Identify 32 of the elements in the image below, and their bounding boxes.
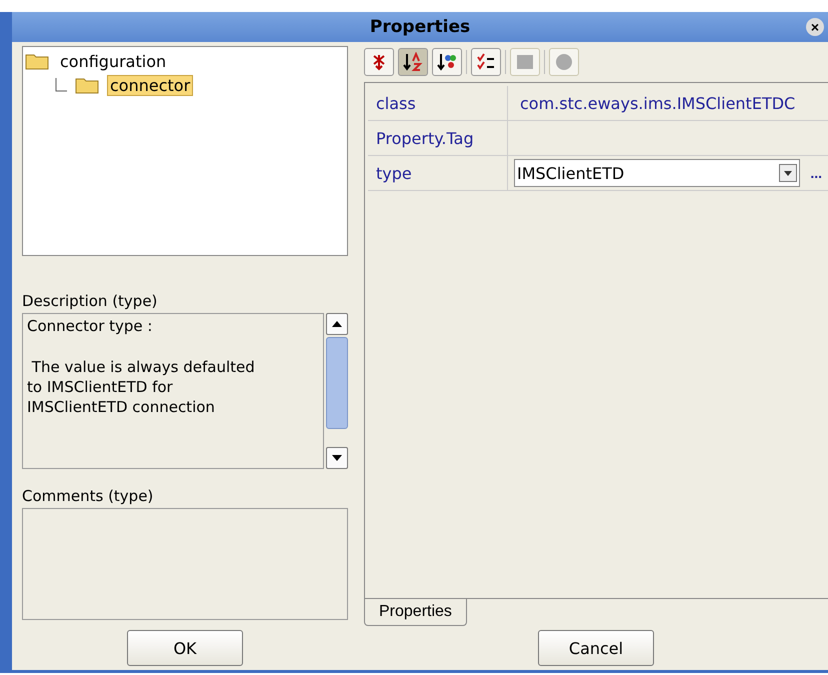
property-name: type <box>368 156 508 190</box>
close-button[interactable]: × <box>806 18 824 36</box>
checklist-icon <box>476 53 496 71</box>
description-text: Connector type : The value is always defaulted to IMSClientETD for IMSClientETD connection <box>22 313 324 469</box>
toolbar-button[interactable] <box>432 48 462 76</box>
tree-item[interactable]: connector <box>107 74 194 96</box>
comments-label: Comments (type) <box>22 487 154 505</box>
tree-item[interactable]: configuration <box>57 50 170 72</box>
toolbar-button[interactable] <box>471 48 501 76</box>
window-title: Properties <box>370 17 470 37</box>
sort-icon <box>403 52 423 72</box>
description-label: Description (type) <box>22 292 158 310</box>
comments-field[interactable] <box>22 508 348 620</box>
folder-icon <box>75 76 99 94</box>
property-name: Property.Tag <box>368 121 508 155</box>
more-button[interactable]: ... <box>804 165 828 181</box>
type-dropdown[interactable]: IMSClientETD <box>514 159 800 187</box>
sort-icon <box>437 52 457 72</box>
cancel-button[interactable]: Cancel <box>538 630 654 666</box>
folder-icon <box>25 52 49 70</box>
property-name: class <box>368 86 508 120</box>
scroll-up-icon <box>332 321 342 327</box>
ok-button[interactable]: OK <box>127 630 243 666</box>
property-value: com.stc.eways.ims.IMSClientETDC <box>519 92 796 114</box>
collapse-icon <box>371 53 387 71</box>
scrollbar[interactable] <box>326 313 348 469</box>
scroll-down-icon <box>332 455 342 461</box>
toolbar-button[interactable] <box>398 48 428 76</box>
tree-line-icon <box>55 78 67 92</box>
properties-tab[interactable]: Properties <box>364 599 467 626</box>
toolbar-button[interactable] <box>364 48 394 76</box>
panel-icon <box>516 54 534 70</box>
